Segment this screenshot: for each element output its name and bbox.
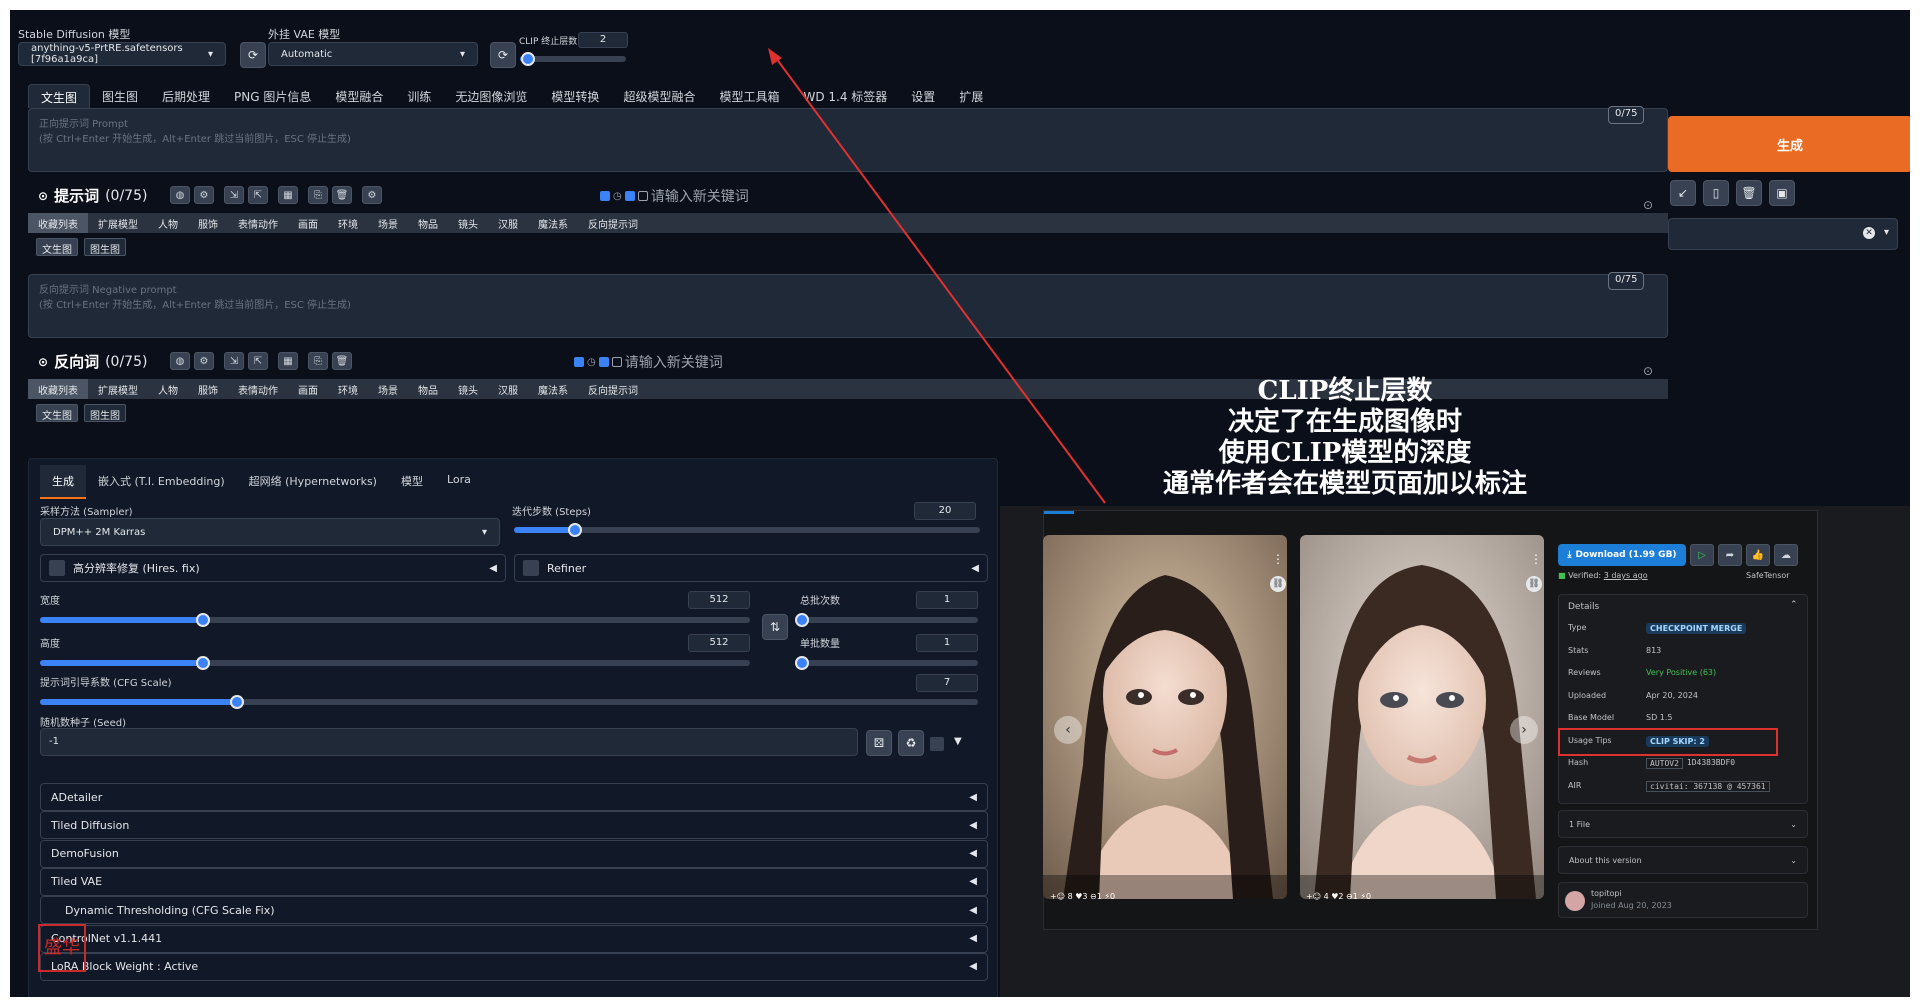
watermark-text: 盛华: [44, 937, 80, 958]
webui-window: Stable Diffusion 模型 anything-v5-PrtRE.sa…: [10, 10, 1910, 997]
watermark-seal: 盛华: [38, 924, 86, 972]
annotation-arrow: [768, 48, 1106, 504]
arrow-line: [772, 53, 1106, 504]
